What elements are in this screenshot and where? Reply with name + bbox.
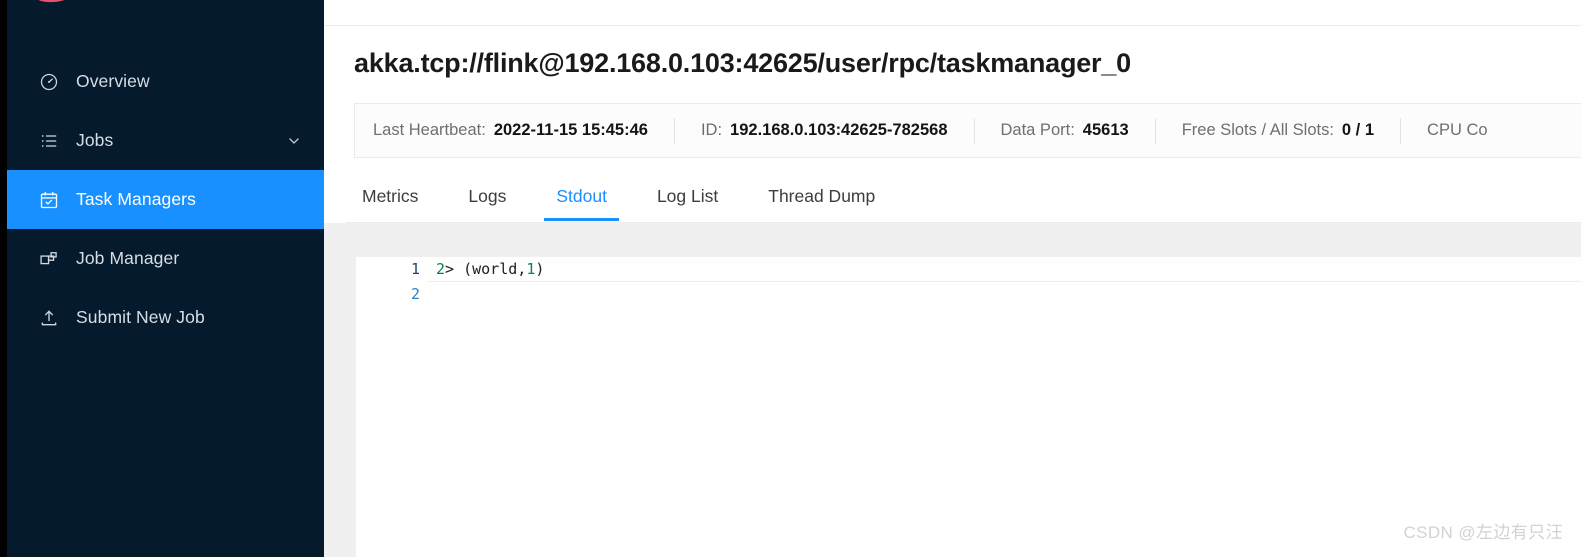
sidebar-item-label: Overview bbox=[76, 71, 150, 92]
tab-bar: Metrics Logs Stdout Log List Thread Dump bbox=[346, 176, 1581, 223]
calendar-check-icon bbox=[38, 189, 60, 211]
info-item-data-port: Data Port: 45613 bbox=[975, 121, 1155, 140]
flink-squirrel-icon bbox=[33, 0, 99, 7]
sidebar-item-job-manager[interactable]: Job Manager bbox=[7, 229, 324, 288]
tab-thread-dump[interactable]: Thread Dump bbox=[752, 176, 891, 220]
window-left-edge bbox=[0, 0, 7, 557]
info-value: 2022-11-15 15:45:46 bbox=[494, 121, 648, 140]
tab-stdout[interactable]: Stdout bbox=[540, 176, 623, 220]
tab-log-list[interactable]: Log List bbox=[641, 176, 734, 220]
list-icon bbox=[38, 130, 60, 152]
code-token: ) bbox=[535, 257, 544, 282]
stdout-panel: 1 2> (world,1) 2 bbox=[324, 223, 1581, 557]
upload-icon bbox=[38, 307, 60, 329]
sidebar-item-overview[interactable]: Overview bbox=[7, 52, 324, 111]
sidebar: Overview Jobs bbox=[0, 0, 324, 557]
info-label: Data Port: bbox=[1001, 121, 1075, 140]
info-label: CPU Co bbox=[1427, 121, 1488, 140]
info-label: Free Slots / All Slots: bbox=[1182, 121, 1334, 140]
sidebar-item-label: Task Managers bbox=[76, 189, 196, 210]
main-content: akka.tcp://flink@192.168.0.103:42625/use… bbox=[324, 0, 1581, 557]
info-value: 0 / 1 bbox=[1342, 121, 1374, 140]
code-token: 2 bbox=[436, 257, 445, 282]
tab-logs[interactable]: Logs bbox=[452, 176, 522, 220]
sidebar-item-task-managers[interactable]: Task Managers bbox=[7, 170, 324, 229]
info-item-free-slots: Free Slots / All Slots: 0 / 1 bbox=[1156, 121, 1400, 140]
info-item-last-heartbeat: Last Heartbeat: 2022-11-15 15:45:46 bbox=[355, 121, 674, 140]
sidebar-item-label: Job Manager bbox=[76, 248, 179, 269]
info-value: 192.168.0.103:42625-782568 bbox=[730, 121, 947, 140]
chevron-down-icon[interactable] bbox=[286, 133, 302, 149]
header-divider bbox=[324, 25, 1581, 26]
tab-metrics[interactable]: Metrics bbox=[346, 176, 434, 220]
dashboard-icon bbox=[38, 71, 60, 93]
sidebar-item-jobs[interactable]: Jobs bbox=[7, 111, 324, 170]
code-token: 1 bbox=[526, 257, 535, 282]
sidebar-nav: Overview Jobs bbox=[7, 52, 324, 347]
flink-dashboard: Overview Jobs bbox=[0, 0, 1581, 557]
sidebar-item-submit-new-job[interactable]: Submit New Job bbox=[7, 288, 324, 347]
info-item-cpu-cores: CPU Co bbox=[1401, 121, 1514, 140]
taskmanager-info-bar: Last Heartbeat: 2022-11-15 15:45:46 ID: … bbox=[354, 103, 1581, 158]
stdout-code-editor[interactable]: 1 2> (world,1) 2 bbox=[356, 257, 1581, 557]
sidebar-item-label: Jobs bbox=[76, 130, 113, 151]
line-number: 2 bbox=[356, 282, 428, 307]
sidebar-item-label: Submit New Job bbox=[76, 307, 205, 328]
code-line-text[interactable]: 2> (world,1) bbox=[428, 257, 1581, 282]
code-token: > (world, bbox=[445, 257, 526, 282]
code-line: 1 2> (world,1) bbox=[356, 257, 1581, 282]
info-value: 45613 bbox=[1083, 121, 1129, 140]
info-label: ID: bbox=[701, 121, 722, 140]
code-line-text[interactable] bbox=[428, 282, 1581, 307]
page-title: akka.tcp://flink@192.168.0.103:42625/use… bbox=[354, 48, 1131, 79]
flink-logo[interactable] bbox=[7, 0, 324, 10]
info-item-id: ID: 192.168.0.103:42625-782568 bbox=[675, 121, 974, 140]
code-line: 2 bbox=[356, 282, 1581, 307]
line-number: 1 bbox=[356, 257, 428, 282]
info-label: Last Heartbeat: bbox=[373, 121, 486, 140]
csdn-watermark: CSDN @左边有只汪 bbox=[1403, 518, 1563, 543]
cluster-icon bbox=[38, 248, 60, 270]
